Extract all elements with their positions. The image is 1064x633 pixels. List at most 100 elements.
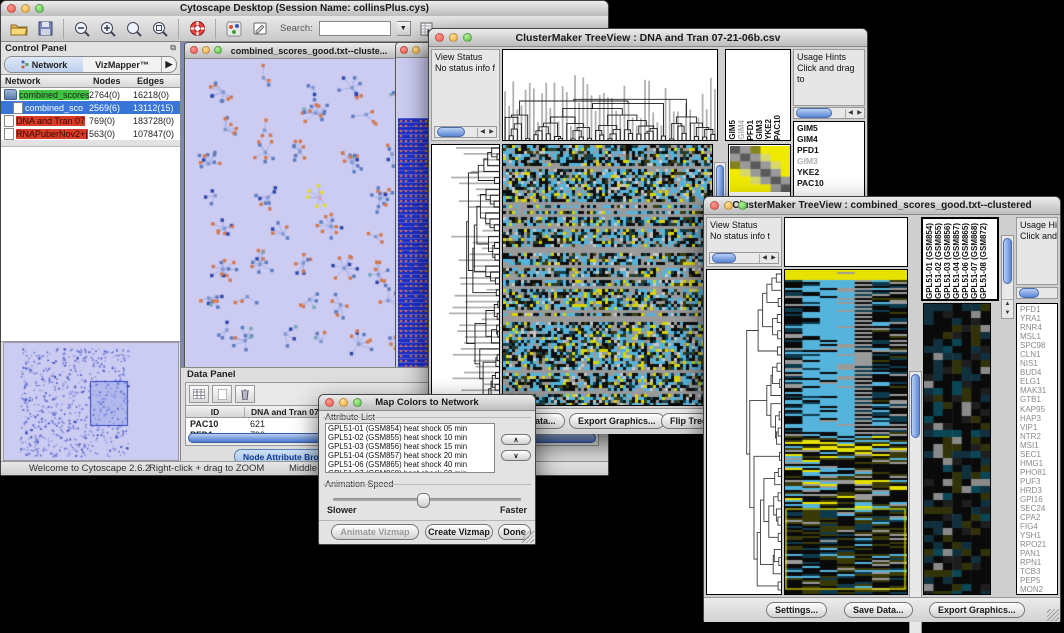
zoom-button[interactable] [353, 398, 362, 407]
zoom-button[interactable] [35, 4, 44, 13]
tv1-column-labels[interactable]: GIM5GIM4PFD1GIM3YKE2PAC10 [725, 49, 791, 141]
network-tree-empty-area[interactable] [1, 146, 180, 342]
minimize-button[interactable] [449, 33, 458, 42]
tv2-gene-label[interactable]: BUD4 [1020, 368, 1057, 377]
tv2-row-dendrogram[interactable] [706, 269, 782, 595]
create-vizmap-button[interactable]: Create Vizmap [425, 524, 493, 540]
minimize-button[interactable] [21, 4, 30, 13]
tv2-gene-label[interactable]: PAN1 [1020, 549, 1057, 558]
tv2-gene-label[interactable]: PUF3 [1020, 477, 1057, 486]
tv2-gene-label[interactable]: GPI16 [1020, 495, 1057, 504]
tv2-column-labels[interactable]: GPL51-01 (GSM854)GPL51-02 (GSM855) GPL51-… [921, 217, 999, 301]
tv2-gene-label[interactable]: HAP3 [1020, 414, 1057, 423]
tv2-gene-label[interactable]: RPN1 [1020, 558, 1057, 567]
tv2-gene-label[interactable]: ELG1 [1020, 377, 1057, 386]
tv2-gene-label[interactable]: FIG4 [1020, 522, 1057, 531]
annotation-icon[interactable] [250, 19, 270, 39]
col-network[interactable]: Network [1, 76, 93, 86]
open-file-icon[interactable] [9, 19, 29, 39]
minimize-button[interactable] [339, 398, 348, 407]
tv1-column-label[interactable]: PAC10 [773, 115, 782, 140]
tv2-save-data-button[interactable]: Save Data... [844, 602, 913, 618]
delete-attribute-icon[interactable] [235, 385, 255, 403]
tab-vizmapper[interactable]: VizMapper™ [83, 57, 161, 72]
tv2-gene-label[interactable]: YRA1 [1020, 314, 1057, 323]
tv2-gene-list[interactable]: PFD1YRA1RNR4MSL1SPC98CLN1NIS1BUD4ELG1MAK… [1016, 303, 1058, 595]
resize-grip[interactable] [522, 531, 534, 543]
save-icon[interactable] [35, 19, 55, 39]
col-nodes[interactable]: Nodes [93, 76, 137, 86]
search-dropdown-arrow[interactable]: ▼ [397, 21, 411, 36]
close-button[interactable] [710, 201, 719, 210]
scroll-thumb[interactable] [437, 127, 465, 137]
tv1-column-label[interactable]: YKE2 [764, 119, 773, 140]
network-table-row[interactable]: combined_scores_ 2764(0) 16218(0) [1, 88, 180, 101]
tv1-column-dendrogram[interactable] [502, 49, 718, 141]
tv2-export-graphics-button[interactable]: Export Graphics... [929, 602, 1025, 618]
zoom-fit-icon[interactable] [124, 19, 144, 39]
tv1-gene-label[interactable]: PAC10 [797, 178, 864, 189]
tv2-gene-label[interactable]: MAK31 [1020, 386, 1057, 395]
tv2-gene-label[interactable]: PHO81 [1020, 468, 1057, 477]
tv2-gene-label[interactable]: RNR4 [1020, 323, 1057, 332]
zoom-button[interactable] [738, 201, 747, 210]
attribute-list-item[interactable]: GPL51-03 (GSM856) heat shock 15 min [328, 442, 494, 451]
treeview1-titlebar[interactable]: ClusterMaker TreeView : DNA and Tran 07-… [429, 29, 867, 47]
tv1-gene-label[interactable]: YKE2 [797, 167, 864, 178]
scroll-down-arrow[interactable]: ▼ [1002, 309, 1013, 318]
tv2-gene-label[interactable]: VIP1 [1020, 423, 1057, 432]
vizmapper-nodes-icon[interactable] [224, 19, 244, 39]
attribute-list-item[interactable]: GPL51-07 (GSM868) heat shock 60 min [328, 469, 494, 473]
tv2-column-label[interactable]: GPL51-01 (GSM854) [925, 223, 934, 299]
close-button[interactable] [325, 398, 334, 407]
tv2-gene-label[interactable]: CLN1 [1020, 350, 1057, 359]
resize-grip[interactable] [1047, 609, 1059, 621]
attribute-list-item[interactable]: GPL51-01 (GSM854) heat shock 05 min [328, 424, 494, 433]
tv2-gene-label[interactable]: NTR2 [1020, 432, 1057, 441]
minimize-button[interactable] [202, 46, 210, 54]
tv1-column-label[interactable]: GIM3 [755, 120, 764, 140]
attribute-list-item[interactable]: GPL51-06 (GSM865) heat shock 40 min [328, 460, 494, 469]
tv2-column-label[interactable]: GPL51-08 (GSM872) [979, 223, 988, 299]
tab-overflow-arrow[interactable]: ▶ [161, 57, 176, 72]
tv2-gene-label[interactable]: YSH1 [1020, 531, 1057, 540]
tv2-gene-label[interactable]: PEP5 [1020, 576, 1057, 585]
tv2-usage-hints-scrollbar[interactable] [1016, 287, 1058, 299]
attribute-table-icon[interactable] [189, 385, 209, 403]
tv1-gene-label[interactable]: GIM5 [797, 123, 864, 134]
tv2-column-label[interactable]: GPL51-02 (GSM855) [934, 223, 943, 299]
scroll-thumb[interactable] [1019, 288, 1039, 298]
tv2-gene-label[interactable]: NIS1 [1020, 359, 1057, 368]
scroll-left-arrow[interactable]: ◀ [478, 128, 487, 137]
tv2-gene-label[interactable]: KAP95 [1020, 405, 1057, 414]
tv1-gene-label[interactable]: GIM4 [797, 134, 864, 145]
tv2-gene-label[interactable]: SEC24 [1020, 504, 1057, 513]
scroll-left-arrow[interactable]: ◀ [760, 254, 769, 263]
tv1-gene-label[interactable]: GIM3 [797, 156, 864, 167]
new-attribute-icon[interactable] [212, 385, 232, 403]
attribute-listbox[interactable]: GPL51-01 (GSM854) heat shock 05 min GPL51… [325, 423, 495, 473]
tv2-heatmap[interactable] [784, 269, 908, 595]
scroll-thumb[interactable] [911, 374, 920, 438]
tv2-gene-label[interactable]: RPO21 [1020, 540, 1057, 549]
tv2-column-label[interactable]: GPL51-06 (GSM865) [961, 223, 970, 299]
tv2-gene-label[interactable]: CPA2 [1020, 513, 1057, 522]
tv2-gene-label[interactable]: MSI1 [1020, 441, 1057, 450]
tv2-settings-button[interactable]: Settings... [766, 602, 827, 618]
col-edges[interactable]: Edges [137, 76, 180, 86]
network-table-row[interactable]: combined_sco 2569(6) 13112(15) [1, 101, 180, 114]
tv2-sub-heatmap[interactable] [923, 303, 991, 595]
animation-speed-slider-thumb[interactable] [417, 493, 430, 508]
tv1-row-dendrogram[interactable] [431, 144, 500, 406]
tv1-column-label[interactable]: GIM4 [737, 120, 746, 140]
tv1-gene-label[interactable]: PFD1 [797, 145, 864, 156]
tv1-export-graphics-button[interactable]: Export Graphics... [569, 413, 665, 429]
tv2-gene-label[interactable]: SEC1 [1020, 450, 1057, 459]
tv1-column-label[interactable]: PFD1 [746, 120, 755, 140]
tv2-gene-label[interactable]: MSL1 [1020, 332, 1057, 341]
dialog-titlebar[interactable]: Map Colors to Network [319, 395, 535, 411]
tv1-usage-hints-scrollbar[interactable]: ◀▶ [793, 107, 865, 119]
scroll-up-arrow[interactable]: ▲ [1002, 300, 1013, 309]
zoom-button[interactable] [463, 33, 472, 42]
tv2-heatmap-vscrollbar[interactable]: ▲▼ [909, 371, 922, 633]
